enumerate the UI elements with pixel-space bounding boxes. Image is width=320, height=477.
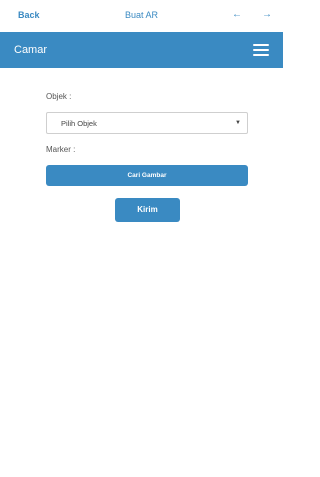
arrow-left-icon[interactable]: ←: [232, 9, 242, 20]
objek-select-value: Pilih Objek: [61, 119, 97, 128]
objek-label: Objek :: [46, 92, 72, 101]
hamburger-menu-icon[interactable]: [253, 44, 269, 56]
menu-bar-line: [253, 44, 269, 46]
marker-label: Marker :: [46, 145, 76, 154]
kirim-button[interactable]: Kirim: [115, 198, 180, 222]
objek-select[interactable]: Pilih Objek ▼: [46, 112, 248, 134]
top-nav-bar: Back Buat AR ← →: [0, 0, 283, 32]
menu-bar-line: [253, 49, 269, 51]
app-header: Camar: [0, 32, 283, 68]
app-brand: Camar: [14, 44, 48, 56]
arrow-right-icon[interactable]: →: [262, 9, 272, 20]
menu-bar-line: [253, 54, 269, 56]
chevron-down-icon: ▼: [235, 120, 241, 126]
cari-gambar-button[interactable]: Cari Gambar: [46, 165, 248, 186]
page: Back Buat AR ← → Camar Objek : Pilih Obj…: [0, 0, 283, 477]
